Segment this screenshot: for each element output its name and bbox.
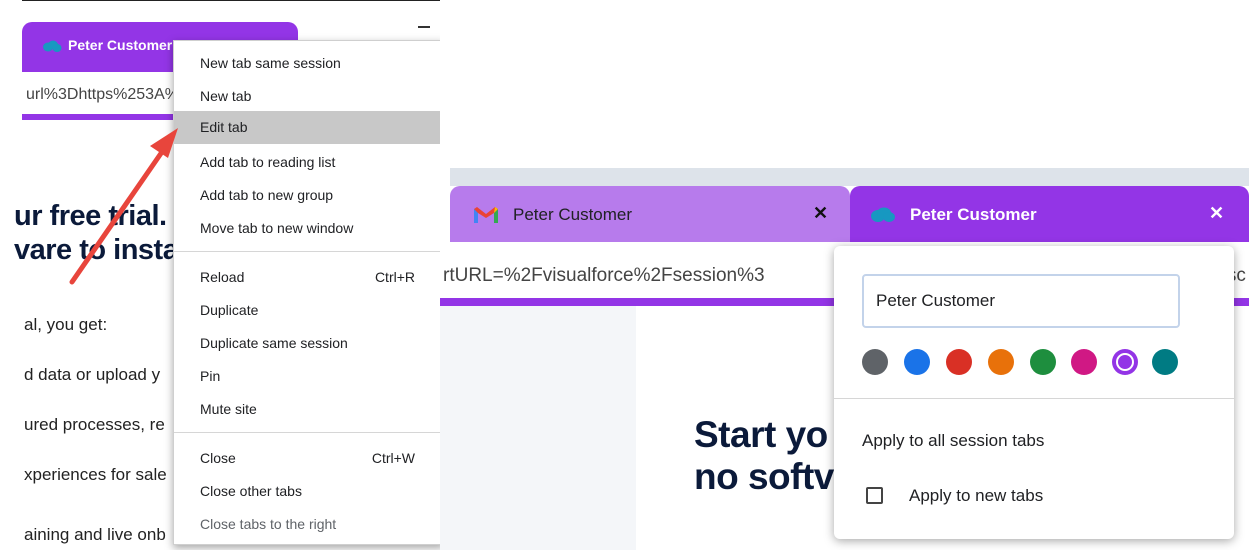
- apply-to-new-tabs-label[interactable]: Apply to new tabs: [909, 486, 1043, 506]
- page-heading-line-2: vare to insta: [14, 234, 179, 266]
- menu-separator: [174, 251, 440, 252]
- menu-item-label: Edit tab: [200, 119, 248, 135]
- popup-separator: [834, 398, 1234, 399]
- tab-title: Peter Customer: [68, 37, 173, 53]
- page-text-line: al, you get:: [24, 315, 108, 334]
- color-swatch-pink[interactable]: [1071, 349, 1097, 375]
- address-text[interactable]: url%3Dhttps%253A%: [26, 86, 179, 104]
- menu-item-close-tabs-to-right[interactable]: Close tabs to the right: [174, 508, 440, 541]
- tab-title: Peter Customer: [910, 205, 1037, 224]
- menu-item-mute-site[interactable]: Mute site: [174, 393, 440, 426]
- menu-item-label: New tab same session: [200, 55, 341, 71]
- menu-item-label: Close other tabs: [200, 483, 302, 499]
- menu-item-add-to-new-group[interactable]: Add tab to new group: [174, 179, 440, 212]
- menu-item-new-tab[interactable]: New tab: [174, 80, 440, 113]
- menu-item-reload[interactable]: Reload Ctrl+R: [174, 261, 440, 294]
- tab-strip: [450, 168, 1249, 186]
- page-text-line: xperiences for sale: [24, 465, 167, 484]
- browser-tab-inactive[interactable]: [450, 186, 850, 242]
- salesforce-cloud-icon: [43, 40, 62, 52]
- salesforce-cloud-icon: [871, 207, 895, 222]
- apply-to-all-session-tabs-link[interactable]: Apply to all session tabs: [862, 431, 1044, 451]
- tab-name-input[interactable]: [862, 274, 1180, 328]
- menu-item-label: Duplicate: [200, 302, 259, 318]
- selected-check-icon: [1116, 353, 1134, 371]
- menu-item-add-to-reading-list[interactable]: Add tab to reading list: [174, 146, 440, 179]
- page-text-line: ured processes, re: [24, 415, 165, 434]
- menu-item-label: Close tabs to the right: [200, 516, 337, 532]
- page-heading-line-2: no softv: [694, 456, 834, 497]
- menu-item-move-to-new-window[interactable]: Move tab to new window: [174, 212, 440, 245]
- menu-item-pin[interactable]: Pin: [174, 360, 440, 393]
- close-icon[interactable]: ✕: [1209, 203, 1224, 224]
- menu-separator: [174, 432, 440, 433]
- page-text-line: d data or upload y: [24, 365, 161, 384]
- menu-item-shortcut: Ctrl+W: [371, 450, 415, 466]
- tab-context-menu: New tab same session New tab Edit tab Ad…: [173, 40, 440, 545]
- page-heading-line-1: Start yo: [694, 414, 828, 455]
- apply-to-new-tabs-checkbox[interactable]: [866, 487, 883, 504]
- color-swatch-grey[interactable]: [862, 349, 888, 375]
- menu-item-edit-tab[interactable]: Edit tab: [174, 111, 440, 144]
- menu-item-label: Add tab to reading list: [200, 154, 336, 170]
- menu-item-close-other-tabs[interactable]: Close other tabs: [174, 475, 440, 508]
- color-swatch-red[interactable]: [946, 349, 972, 375]
- menu-item-label: Move tab to new window: [200, 220, 354, 236]
- page-sidebar: [440, 306, 636, 550]
- menu-item-label: Pin: [200, 368, 221, 384]
- menu-item-new-tab-same-session[interactable]: New tab same session: [174, 47, 440, 80]
- close-icon[interactable]: ✕: [813, 203, 828, 224]
- menu-item-label: New tab: [200, 88, 252, 104]
- page-heading-line-1: ur free trial.: [14, 200, 167, 232]
- color-swatch-orange[interactable]: [988, 349, 1014, 375]
- color-swatch-green[interactable]: [1030, 349, 1056, 375]
- tab-title: Peter Customer: [513, 205, 633, 224]
- left-screenshot-panel: Peter Customer url%3Dhttps%253A% ur free…: [0, 0, 440, 550]
- menu-item-duplicate[interactable]: Duplicate: [174, 294, 440, 327]
- color-swatch-purple-selected[interactable]: [1112, 349, 1138, 375]
- address-text[interactable]: rtURL=%2Fvisualforce%2Fsession%3: [443, 265, 765, 287]
- color-swatch-cyan[interactable]: [1152, 349, 1178, 375]
- page-text-line: aining and live onb: [24, 525, 166, 544]
- gmail-icon: [474, 207, 498, 223]
- menu-item-label: Duplicate same session: [200, 335, 348, 351]
- menu-item-label: Reload: [200, 269, 245, 285]
- menu-item-shortcut: Ctrl+R: [374, 269, 415, 285]
- minimize-icon[interactable]: [418, 26, 430, 28]
- menu-item-label: Mute site: [200, 401, 257, 417]
- color-swatch-blue[interactable]: [904, 349, 930, 375]
- menu-item-label: Close: [200, 450, 236, 466]
- menu-item-close[interactable]: Close Ctrl+W: [174, 442, 440, 475]
- menu-item-duplicate-same-session[interactable]: Duplicate same session: [174, 327, 440, 360]
- window-top-edge: [22, 0, 440, 10]
- menu-item-label: Add tab to new group: [200, 187, 334, 203]
